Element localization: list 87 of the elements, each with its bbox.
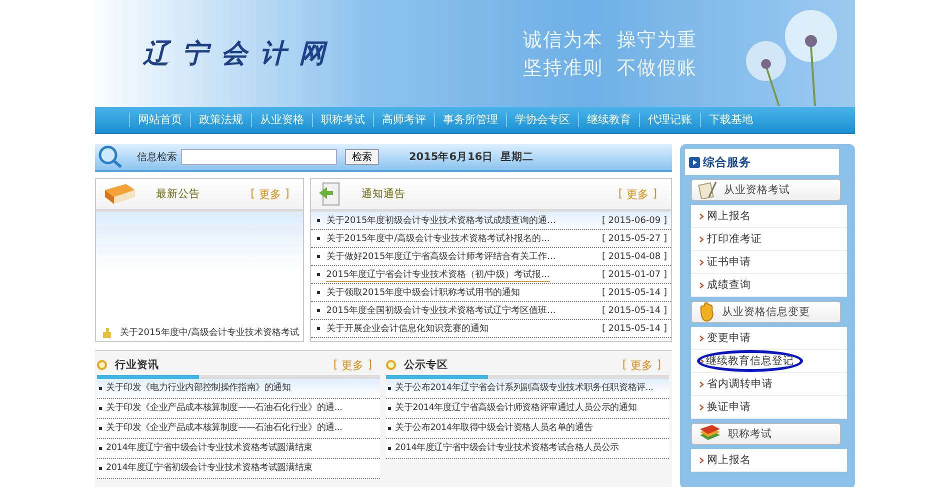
sidebar-title: 综合服务 [703,154,751,170]
chevron-icon [699,282,704,288]
news-link[interactable]: 2014年度辽宁省中级会计专业技术资格考试圆满结束 [106,443,312,454]
chevron-icon [699,380,704,388]
paper-pencil-icon [698,181,718,199]
news-link[interactable]: 关于印发《电力行业内部控制操作指南》的通知 [106,383,291,394]
search-icon [97,145,123,169]
bracket-text: [ [333,358,338,372]
bullet-icon [99,407,102,410]
bullet-icon [99,387,102,390]
chevron-icon [699,212,704,220]
notice-link[interactable]: 2015年度全国初级会计专业技术资格考试辽宁考区值班... [326,304,556,317]
bullet-icon [388,447,391,450]
notice-link[interactable]: 关于2015年度初级会计专业技术资格考试成绩查询的通... [326,214,556,227]
bullet-icon [317,237,320,240]
circle-bullet-icon [386,360,396,370]
group-title: 从业资格信息变更 [722,305,810,319]
bracket-text: ] [368,358,372,372]
bullet-icon [317,309,320,312]
news-link[interactable]: 关于公布2014年取得中级会计资格人员名单的通告 [395,423,593,434]
bullet-icon [317,219,320,222]
service-link[interactable]: 网上报名 [707,209,751,223]
bullet-icon [317,273,320,276]
service-link[interactable]: 证书申请 [707,255,751,269]
bullet-icon [388,427,391,430]
date-text: [ 2015-05-14 ] [602,288,667,298]
panel-title: 通知通告 [361,187,406,201]
date-text: [ 2015-05-14 ] [602,306,667,316]
search-button[interactable]: 检索 [345,149,379,165]
section-title: 公示专区 [404,358,449,372]
bullet-icon [388,407,391,410]
bullet-icon [388,387,391,390]
bullet-icon [99,447,102,450]
bracket-text: [ [622,358,627,372]
news-link[interactable]: 关于印发《企业产品成本核算制度——石油石化行业》的通... [106,403,342,414]
hand-icon [698,302,716,322]
bullet-icon [317,291,320,294]
service-link[interactable]: 成绩查询 [707,278,751,292]
date-text: [ 2015-01-07 ] [602,270,667,280]
date-text: [ 2015-06-09 ] [602,216,667,226]
books-icon [698,425,722,443]
chevron-icon [699,404,704,410]
news-link[interactable]: 2014年度辽宁省中级会计专业技术资格考试合格人员公示 [395,443,619,454]
notice-link[interactable]: 关于做好2015年度辽宁省高级会计师考评结合有关工作... [326,250,556,263]
notice-link[interactable]: 关于开展企业会计信息化知识竞赛的通知 [326,322,488,335]
date-text: [ 2015-05-14 ] [602,324,667,334]
hand-icon [102,328,114,338]
bullet-icon [99,427,102,430]
news-link[interactable]: 2014年度辽宁省初级会计专业技术资格考试圆满结束 [106,463,312,474]
service-link[interactable]: 变更申请 [707,331,751,345]
book-icon [102,182,138,206]
date-text: [ 2015-04-08 ] [602,252,667,262]
chevron-icon [699,258,704,266]
chevron-icon [699,358,704,364]
date-text: 2015年6月16日 星期二 [409,150,534,164]
bracket-text: ] [656,358,661,372]
play-icon [689,156,700,168]
bullet-icon [317,255,320,258]
slogan-text: 诚信为本 操守为重 [523,28,698,52]
notice-link[interactable]: 2015年度辽宁省会计专业技术资格（初/中级）考试报... [326,268,550,282]
notice-link[interactable]: 关于2015年度中/高级会计专业技术资格考试补报名的... [326,232,550,245]
date-text: [ 2015-05-27 ] [602,234,667,244]
chevron-icon [699,236,704,242]
section-title: 行业资讯 [115,358,160,372]
chevron-icon [699,334,704,342]
bracket-text: ] [284,186,290,202]
news-link[interactable]: 关于印发《企业产品成本核算制度——石油石化行业》的通... [106,423,342,434]
bracket-text: ] [652,186,657,202]
notice-link[interactable]: 关于领取2015年度中级会计职称考试用书的通知 [326,286,520,299]
chevron-icon [699,456,704,464]
service-link[interactable]: 网上报名 [707,453,751,467]
service-link[interactable]: 换证申请 [707,400,751,414]
bracket-text: [ [618,186,623,202]
circle-bullet-icon [97,360,107,370]
news-link[interactable]: 关于2014年度辽宁省高级会计师资格评审通过人员公示的通知 [395,403,637,414]
slogan-text: 坚持准则 不做假账 [523,56,698,80]
bullet-icon [317,327,320,330]
news-link[interactable]: 关于公布2014年辽宁省会计系列副高级专业技术职务任职资格评... [395,383,654,394]
group-title: 从业资格考试 [724,183,790,197]
group-title: 职称考试 [728,427,772,441]
panel-title: 最新公告 [156,187,201,201]
search-label: 信息检索 [137,150,177,164]
search-field[interactable] [181,149,337,165]
announcement-link[interactable]: 关于2015年度中/高级会计专业技术资格考试 [120,326,299,339]
bullet-icon [99,467,102,470]
bracket-text: [ [250,186,255,202]
site-logo: 辽 宁 会 计 网 [143,38,329,71]
